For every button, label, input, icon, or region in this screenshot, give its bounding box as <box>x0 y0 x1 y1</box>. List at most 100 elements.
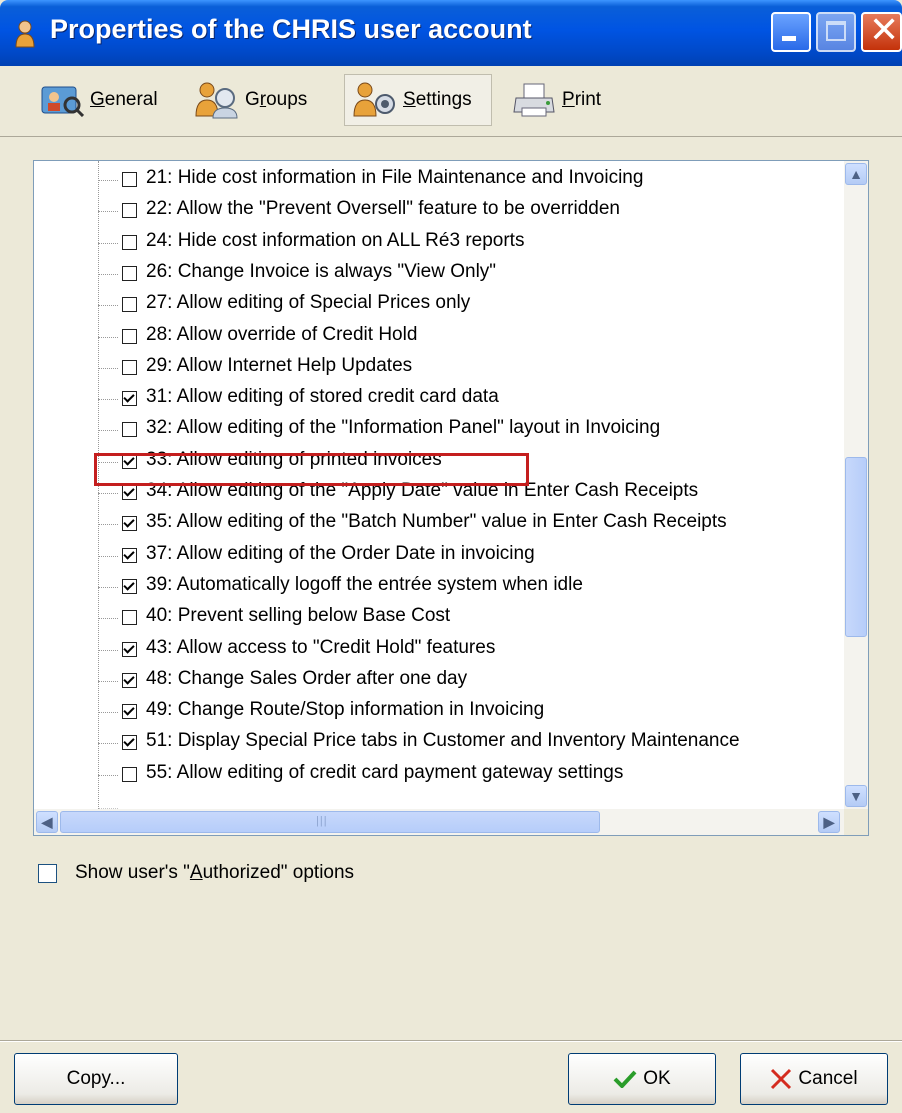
checkmark-icon <box>613 1070 637 1088</box>
chevron-up-icon: ▲ <box>849 166 863 182</box>
settings-item-checkbox[interactable] <box>122 672 137 688</box>
copy-button[interactable]: Copy... <box>14 1053 178 1105</box>
settings-item-label: 55: Allow editing of credit card payment… <box>146 761 624 783</box>
scroll-down-button[interactable]: ▼ <box>845 785 867 807</box>
settings-item[interactable]: 39: Automatically logoff the entrée syst… <box>34 572 844 603</box>
tree-connector <box>98 774 118 776</box>
minimize-icon <box>782 36 796 41</box>
ok-button-label: OK <box>643 1068 671 1089</box>
settings-item-label: 28: Allow override of Credit Hold <box>146 323 418 345</box>
settings-item-label: 24: Hide cost information on ALL Ré3 rep… <box>146 229 525 251</box>
settings-item-checkbox[interactable] <box>122 391 137 407</box>
settings-item-checkbox[interactable] <box>122 578 137 594</box>
settings-item-checkbox[interactable] <box>122 172 137 187</box>
settings-item-label: 48: Change Sales Order after one day <box>146 667 468 689</box>
settings-item[interactable]: 26: Change Invoice is always "View Only" <box>34 259 844 290</box>
settings-tree[interactable]: 21: Hide cost information in File Mainte… <box>33 160 869 836</box>
settings-item-checkbox[interactable] <box>122 359 137 375</box>
tree-connector <box>98 586 118 588</box>
settings-item-label: 29: Allow Internet Help Updates <box>146 354 413 376</box>
horizontal-scrollbar[interactable]: ◀ ||| ▶ <box>34 809 868 835</box>
settings-item-checkbox[interactable] <box>122 485 137 500</box>
tree-connector <box>98 399 118 401</box>
tab-general-label: General <box>90 89 158 110</box>
maximize-icon <box>826 21 846 41</box>
horizontal-scroll-thumb[interactable]: ||| <box>60 811 600 833</box>
settings-item[interactable]: 48: Change Sales Order after one day <box>34 666 844 697</box>
tab-settings-label: Settings <box>403 89 472 110</box>
settings-item-checkbox[interactable] <box>122 422 137 438</box>
settings-item-checkbox[interactable] <box>122 766 137 782</box>
ok-button[interactable]: OK <box>568 1053 716 1105</box>
window-title: Properties of the CHRIS user account <box>50 14 532 44</box>
tree-connector <box>98 242 118 244</box>
chevron-right-icon: ▶ <box>823 814 835 830</box>
settings-item-checkbox[interactable] <box>122 203 137 219</box>
settings-item-checkbox[interactable] <box>122 641 137 657</box>
settings-item[interactable]: 32: Allow editing of the "Information Pa… <box>34 415 844 446</box>
settings-item-label: 43: Allow access to "Credit Hold" featur… <box>146 636 496 658</box>
highlight-box <box>94 453 529 486</box>
tab-settings[interactable]: Settings <box>344 74 492 126</box>
settings-item[interactable]: 21: Hide cost information in File Mainte… <box>34 165 844 196</box>
chevron-left-icon: ◀ <box>41 814 53 830</box>
settings-item-checkbox[interactable] <box>122 265 137 281</box>
show-authorized-checkbox[interactable] <box>38 863 57 883</box>
settings-item[interactable]: 28: Allow override of Credit Hold <box>34 322 844 353</box>
tree-connector <box>98 367 118 369</box>
settings-item-checkbox[interactable] <box>122 704 137 720</box>
settings-item[interactable]: 29: Allow Internet Help Updates <box>34 353 844 384</box>
settings-item-checkbox[interactable] <box>122 297 137 313</box>
cancel-button[interactable]: Cancel <box>740 1053 888 1105</box>
tree-connector <box>98 493 118 494</box>
settings-item-label: 49: Change Route/Stop information in Inv… <box>146 699 545 721</box>
settings-item-label: 35: Allow editing of the "Batch Number" … <box>146 511 727 533</box>
groups-icon <box>195 82 238 119</box>
close-button[interactable]: ✕ <box>861 10 902 52</box>
footer-separator <box>0 1040 902 1042</box>
settings-item-checkbox[interactable] <box>122 516 137 532</box>
maximize-button[interactable] <box>816 12 856 52</box>
tab-general[interactable]: General <box>40 74 175 126</box>
tree-connector <box>98 555 118 557</box>
minimize-button[interactable] <box>771 12 811 52</box>
settings-item[interactable]: 40: Prevent selling below Base Cost <box>34 603 844 634</box>
settings-item[interactable]: 51: Display Special Price tabs in Custom… <box>34 728 844 759</box>
tree-connector <box>98 712 118 714</box>
settings-item-label: 40: Prevent selling below Base Cost <box>146 605 451 627</box>
show-authorized-label: Show user's "Authorized" options <box>75 862 355 883</box>
scroll-right-button[interactable]: ▶ <box>818 811 840 833</box>
tab-print-label: Print <box>562 89 602 110</box>
settings-item[interactable]: 31: Allow editing of stored credit card … <box>34 384 844 415</box>
tree-connector <box>98 524 118 526</box>
settings-item-checkbox[interactable] <box>122 610 137 626</box>
scroll-left-button[interactable]: ◀ <box>36 811 58 833</box>
tree-connector <box>98 680 118 682</box>
title-bar[interactable]: Properties of the CHRIS user account ✕ <box>0 0 902 66</box>
tree-connector <box>98 618 118 620</box>
tab-print[interactable]: Print <box>512 74 622 126</box>
scroll-up-button[interactable]: ▲ <box>845 163 867 185</box>
show-authorized-option[interactable]: Show user's "Authorized" options <box>38 862 354 884</box>
settings-item-checkbox[interactable] <box>122 735 137 751</box>
vertical-scrollbar[interactable]: ▲ ▼ <box>844 161 868 809</box>
settings-item-label: 51: Display Special Price tabs in Custom… <box>146 730 740 752</box>
settings-item-checkbox[interactable] <box>122 328 137 344</box>
tab-groups[interactable]: Groups <box>195 74 330 126</box>
x-icon <box>771 1068 792 1090</box>
scrollbar-corner <box>844 809 868 835</box>
settings-item-checkbox[interactable] <box>122 547 137 563</box>
settings-item[interactable]: 24: Hide cost information on ALL Ré3 rep… <box>34 228 844 259</box>
settings-item[interactable]: 27: Allow editing of Special Prices only <box>34 290 844 321</box>
tree-connector <box>98 430 118 432</box>
cancel-button-label: Cancel <box>798 1068 858 1089</box>
settings-item-checkbox[interactable] <box>122 234 137 250</box>
vertical-scroll-thumb[interactable] <box>845 457 867 637</box>
settings-item[interactable]: 37: Allow editing of the Order Date in i… <box>34 541 844 572</box>
settings-item[interactable]: 43: Allow access to "Credit Hold" featur… <box>34 635 844 666</box>
settings-item[interactable]: 49: Change Route/Stop information in Inv… <box>34 697 844 728</box>
settings-item[interactable]: 22: Allow the "Prevent Oversell" feature… <box>34 196 844 227</box>
settings-item[interactable]: 35: Allow editing of the "Batch Number" … <box>34 509 844 540</box>
tree-connector <box>98 273 118 275</box>
settings-item[interactable]: 55: Allow editing of credit card payment… <box>34 760 844 791</box>
